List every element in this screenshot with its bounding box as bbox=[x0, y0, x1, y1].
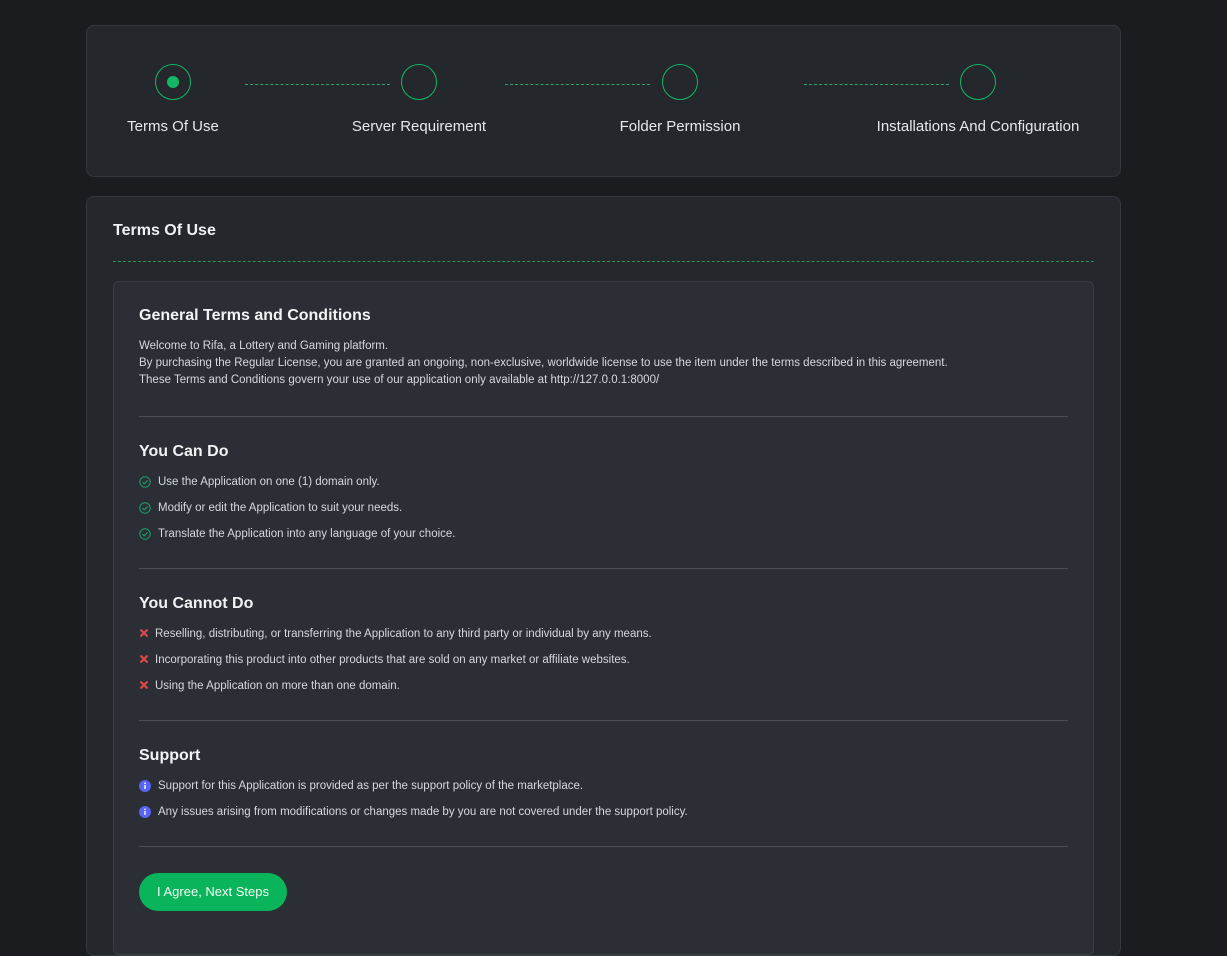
x-icon bbox=[139, 628, 150, 640]
title-divider bbox=[113, 261, 1094, 262]
list-item: Modify or edit the Application to suit y… bbox=[139, 501, 1068, 515]
list-item-text: Reselling, distributing, or transferring… bbox=[155, 628, 652, 640]
x-icon bbox=[139, 680, 150, 692]
list-item: Translate the Application into any langu… bbox=[139, 527, 1068, 541]
check-circle-icon bbox=[139, 476, 151, 488]
list-item: Incorporating this product into other pr… bbox=[139, 653, 1068, 667]
general-terms-line: These Terms and Conditions govern your u… bbox=[139, 374, 660, 386]
cannot-do-list: Reselling, distributing, or transferring… bbox=[139, 627, 1068, 693]
step-dot-icon bbox=[167, 76, 179, 88]
section-divider bbox=[139, 720, 1068, 721]
step-circle-active bbox=[155, 64, 191, 100]
list-item-text: Incorporating this product into other pr… bbox=[155, 654, 630, 666]
step-circle bbox=[960, 64, 996, 100]
step-installations-and-configuration: Installations And Configuration bbox=[858, 64, 1098, 135]
list-item: Support for this Application is provided… bbox=[139, 779, 1068, 793]
info-circle-icon bbox=[139, 806, 151, 818]
list-item: Any issues arising from modifications or… bbox=[139, 805, 1068, 819]
x-icon bbox=[139, 654, 150, 666]
step-label: Server Requirement bbox=[351, 118, 487, 135]
list-item-text: Support for this Application is provided… bbox=[158, 780, 584, 792]
general-terms-heading: General Terms and Conditions bbox=[139, 307, 371, 324]
terms-card: Terms Of Use General Terms and Condition… bbox=[86, 196, 1121, 956]
can-do-list: Use the Application on one (1) domain on… bbox=[139, 475, 1068, 541]
step-circle bbox=[662, 64, 698, 100]
card-title: Terms Of Use bbox=[113, 222, 216, 239]
support-heading: Support bbox=[139, 747, 201, 764]
info-circle-icon bbox=[139, 780, 151, 792]
cannot-do-heading: You Cannot Do bbox=[139, 595, 254, 612]
step-folder-permission: Folder Permission bbox=[560, 64, 800, 135]
can-do-heading: You Can Do bbox=[139, 443, 229, 460]
check-circle-icon bbox=[139, 502, 151, 514]
list-item: Use the Application on one (1) domain on… bbox=[139, 475, 1068, 489]
step-terms-of-use: Terms Of Use bbox=[53, 64, 293, 135]
list-item: Using the Application on more than one d… bbox=[139, 679, 1068, 693]
step-server-requirement: Server Requirement bbox=[299, 64, 539, 135]
section-divider bbox=[139, 568, 1068, 569]
list-item-text: Using the Application on more than one d… bbox=[155, 680, 400, 692]
check-circle-icon bbox=[139, 528, 151, 540]
section-divider bbox=[139, 846, 1068, 847]
terms-content-panel: General Terms and Conditions Welcome to … bbox=[113, 281, 1094, 955]
section-divider bbox=[139, 416, 1068, 417]
general-terms-line: Welcome to Rifa, a Lottery and Gaming pl… bbox=[139, 340, 389, 352]
list-item: Reselling, distributing, or transferring… bbox=[139, 627, 1068, 641]
list-item-text: Use the Application on one (1) domain on… bbox=[158, 476, 380, 488]
list-item-text: Modify or edit the Application to suit y… bbox=[158, 502, 403, 514]
step-label: Installations And Configuration bbox=[876, 118, 1080, 135]
general-terms-text: Welcome to Rifa, a Lottery and Gaming pl… bbox=[139, 338, 1068, 389]
step-label: Terms Of Use bbox=[127, 118, 219, 135]
support-list: Support for this Application is provided… bbox=[139, 779, 1068, 819]
list-item-text: Any issues arising from modifications or… bbox=[158, 806, 688, 818]
general-terms-line: By purchasing the Regular License, you a… bbox=[139, 357, 948, 369]
agree-next-steps-button[interactable]: I Agree, Next Steps bbox=[139, 873, 288, 911]
step-circle bbox=[401, 64, 437, 100]
step-label: Folder Permission bbox=[619, 118, 741, 135]
installation-stepper: Terms Of Use Server Requirement Folder P… bbox=[86, 25, 1121, 177]
list-item-text: Translate the Application into any langu… bbox=[158, 528, 456, 540]
